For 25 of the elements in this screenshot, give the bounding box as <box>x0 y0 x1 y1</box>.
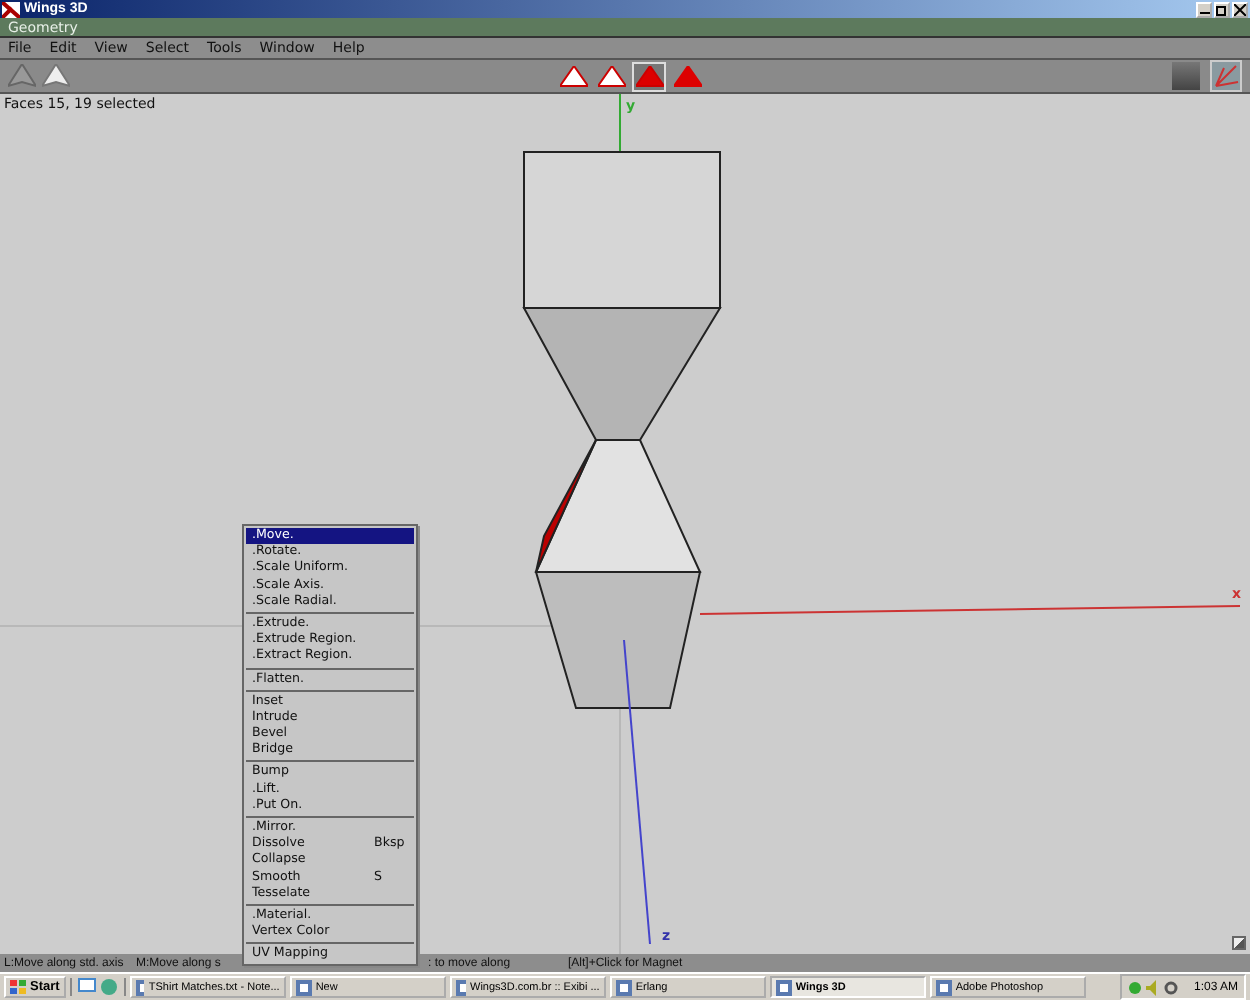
desktop-icon[interactable] <box>77 978 96 996</box>
selection-mode-button[interactable] <box>594 61 628 91</box>
restore-button[interactable] <box>1214 1 1230 17</box>
hourglass-model-drawing[interactable] <box>522 151 722 709</box>
wings-logo-icon <box>2 1 20 17</box>
selection-mode-button[interactable] <box>632 61 666 91</box>
selection-mode-button[interactable] <box>556 61 590 91</box>
app-icon <box>455 979 467 995</box>
restore-icon <box>1216 3 1228 15</box>
app-icon <box>295 979 312 995</box>
app-icon <box>135 979 145 995</box>
minimize-button[interactable] <box>1196 1 1212 17</box>
axes-icon[interactable] <box>1210 60 1242 92</box>
close-icon <box>1234 3 1246 15</box>
app-icon <box>935 979 952 995</box>
triangle-icon <box>559 65 587 87</box>
triangle-icon <box>597 65 625 87</box>
app-icon <box>775 979 792 995</box>
triangle-icon <box>635 65 663 87</box>
triangle-icon <box>673 65 701 87</box>
close-button[interactable] <box>1232 1 1248 17</box>
y-axis-line <box>619 94 621 153</box>
app-icon <box>615 979 632 995</box>
windows-flag-icon <box>10 980 26 994</box>
resize-grip-icon[interactable] <box>1232 936 1246 950</box>
